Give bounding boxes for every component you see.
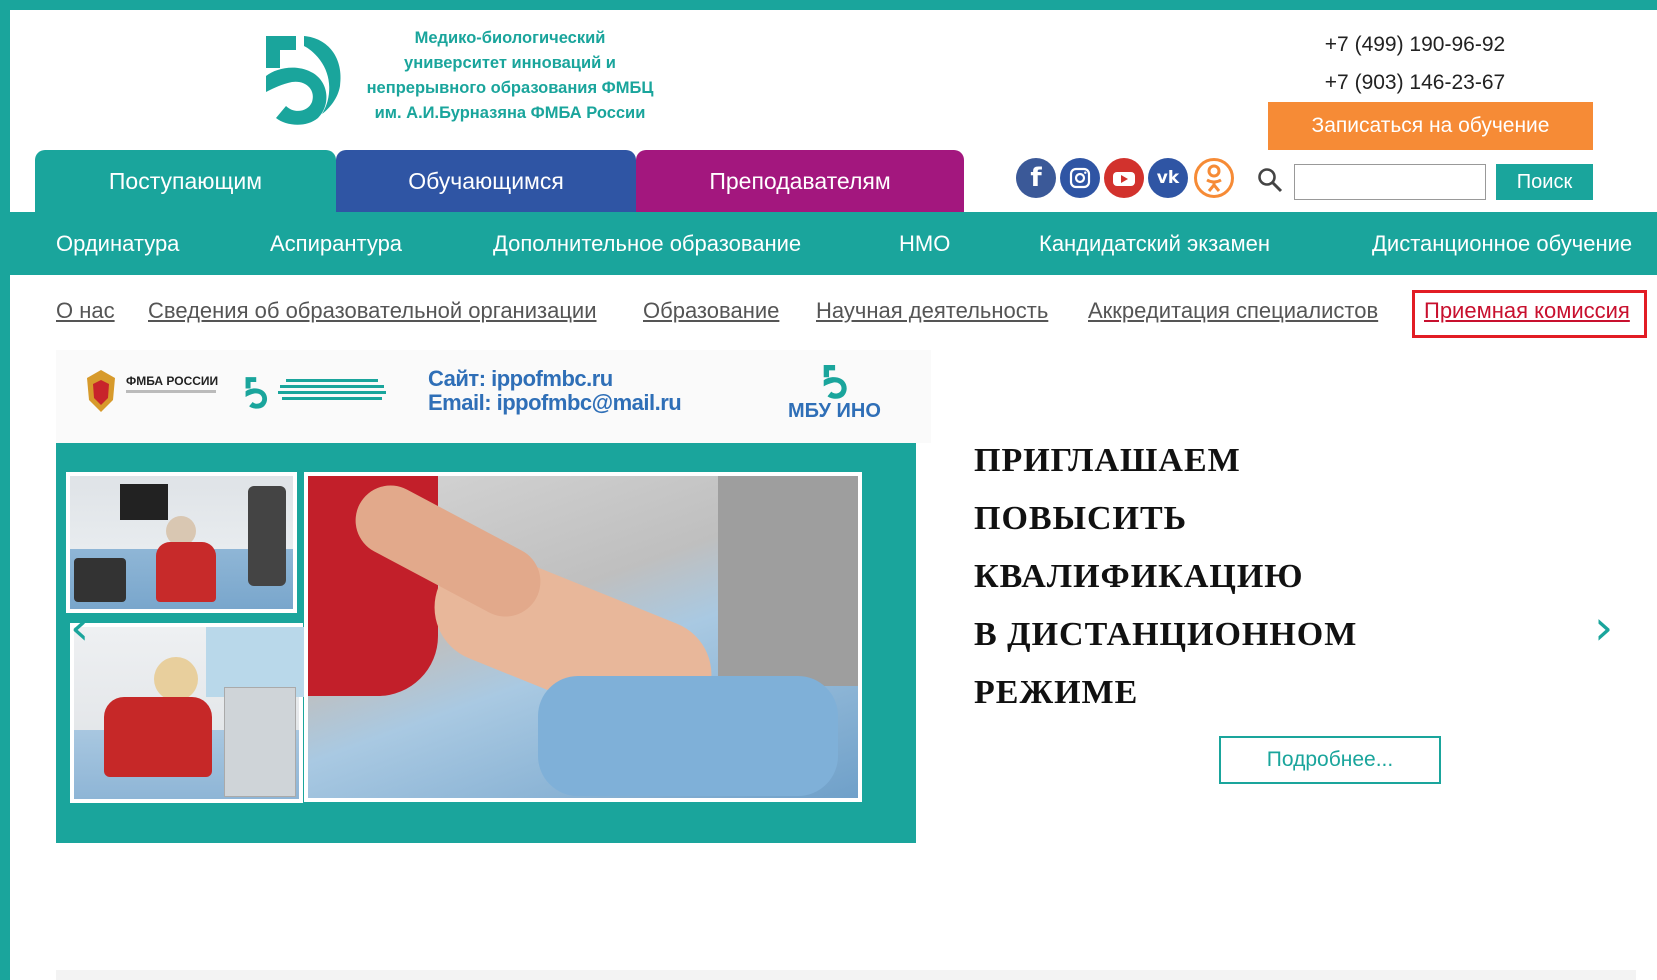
nav-nmo[interactable]: НМО xyxy=(899,212,950,275)
vk-icon[interactable]: vk xyxy=(1148,158,1188,198)
logo-line-3: непрерывного образования ФМБЦ xyxy=(366,79,654,97)
headline-line-4: В ДИСТАНЦИОННОМ xyxy=(974,616,1358,653)
slider-prev-arrow[interactable]: ‹ xyxy=(70,600,89,656)
university-logo-icon[interactable] xyxy=(256,28,346,128)
slide-headline: ПРИГЛАШАЕМ ПОВЫСИТЬ КВАЛИФИКАЦИЮ В ДИСТА… xyxy=(974,432,1357,722)
search-button[interactable]: Поиск xyxy=(1496,164,1593,200)
nav-residency[interactable]: Ординатура xyxy=(56,212,179,275)
phone-1[interactable]: +7 (499) 190-96-92 xyxy=(1300,26,1530,64)
tab-applicants[interactable]: Поступающим xyxy=(35,150,336,212)
fmba-label: ФМБА РОССИИ xyxy=(126,374,219,388)
university-name[interactable]: Медико-биологический университет инновац… xyxy=(350,26,670,126)
odnoklassniki-icon[interactable] xyxy=(1194,158,1234,198)
nav-additional-education[interactable]: Дополнительное образование xyxy=(493,212,801,275)
slider-next-arrow[interactable]: › xyxy=(1594,600,1613,656)
subnav-accreditation[interactable]: Аккредитация специалистов xyxy=(1088,298,1378,324)
site-text: Сайт: ippofmbc.ru xyxy=(428,366,613,391)
mbu-label: МБУ ИНО xyxy=(788,400,881,422)
site-contacts: Сайт: ippofmbc.ru Email: ippofmbc@mail.r… xyxy=(428,366,682,415)
enroll-button[interactable]: Записаться на обучение xyxy=(1268,102,1593,150)
logo-line-2: университет инноваций и xyxy=(404,54,616,72)
logo-line-1: Медико-биологический xyxy=(414,29,606,47)
headline-line-2: ПОВЫСИТЬ xyxy=(974,500,1188,537)
tab-teachers[interactable]: Преподавателям xyxy=(636,150,964,212)
nav-postgraduate[interactable]: Аспирантура xyxy=(270,212,402,275)
banner-image xyxy=(56,443,916,843)
emblem-icon xyxy=(87,370,115,412)
banner-header: ФМБА РОССИИ Сайт: ippofmbc.ru Email: ipp… xyxy=(56,350,931,443)
nav-candidate-exam[interactable]: Кандидатский экзамен xyxy=(1039,212,1270,275)
nav-distance-learning[interactable]: Дистанционное обучение xyxy=(1372,212,1632,275)
headline-line-5: РЕЖИМЕ xyxy=(974,674,1139,711)
subnav-about[interactable]: О нас xyxy=(56,298,115,324)
instagram-icon[interactable] xyxy=(1060,158,1100,198)
subnav-admissions[interactable]: Приемная комиссия xyxy=(1424,298,1630,324)
phone-2[interactable]: +7 (903) 146-23-67 xyxy=(1300,64,1530,102)
content-divider xyxy=(56,970,1636,980)
youtube-icon[interactable] xyxy=(1104,158,1144,198)
photo-top-left xyxy=(66,472,297,613)
email-text: Email: ippofmbc@mail.ru xyxy=(428,390,682,415)
logo-line-4: им. А.И.Бурназяна ФМБА России xyxy=(374,104,646,122)
more-button[interactable]: Подробнее... xyxy=(1219,736,1441,784)
facebook-icon[interactable]: f xyxy=(1016,158,1056,198)
mbu-logo-icon xyxy=(823,365,847,399)
small-logo-text xyxy=(278,376,386,403)
search-input[interactable] xyxy=(1294,164,1486,200)
photo-main xyxy=(304,472,862,802)
headline-line-3: КВАЛИФИКАЦИЮ xyxy=(974,558,1304,595)
phone-block: +7 (499) 190-96-92 +7 (903) 146-23-67 xyxy=(1300,26,1530,102)
subnav-org-info[interactable]: Сведения об образовательной организации xyxy=(148,298,597,324)
subnav-education[interactable]: Образование xyxy=(643,298,779,324)
photo-bottom-left xyxy=(70,623,306,803)
tab-students[interactable]: Обучающимся xyxy=(336,150,636,212)
headline-line-1: ПРИГЛАШАЕМ xyxy=(974,442,1241,479)
fmba-subtitle-line xyxy=(126,390,216,393)
small-logo-icon xyxy=(245,377,268,409)
search-icon[interactable] xyxy=(1256,166,1284,194)
subnav-science[interactable]: Научная деятельность xyxy=(816,298,1048,324)
